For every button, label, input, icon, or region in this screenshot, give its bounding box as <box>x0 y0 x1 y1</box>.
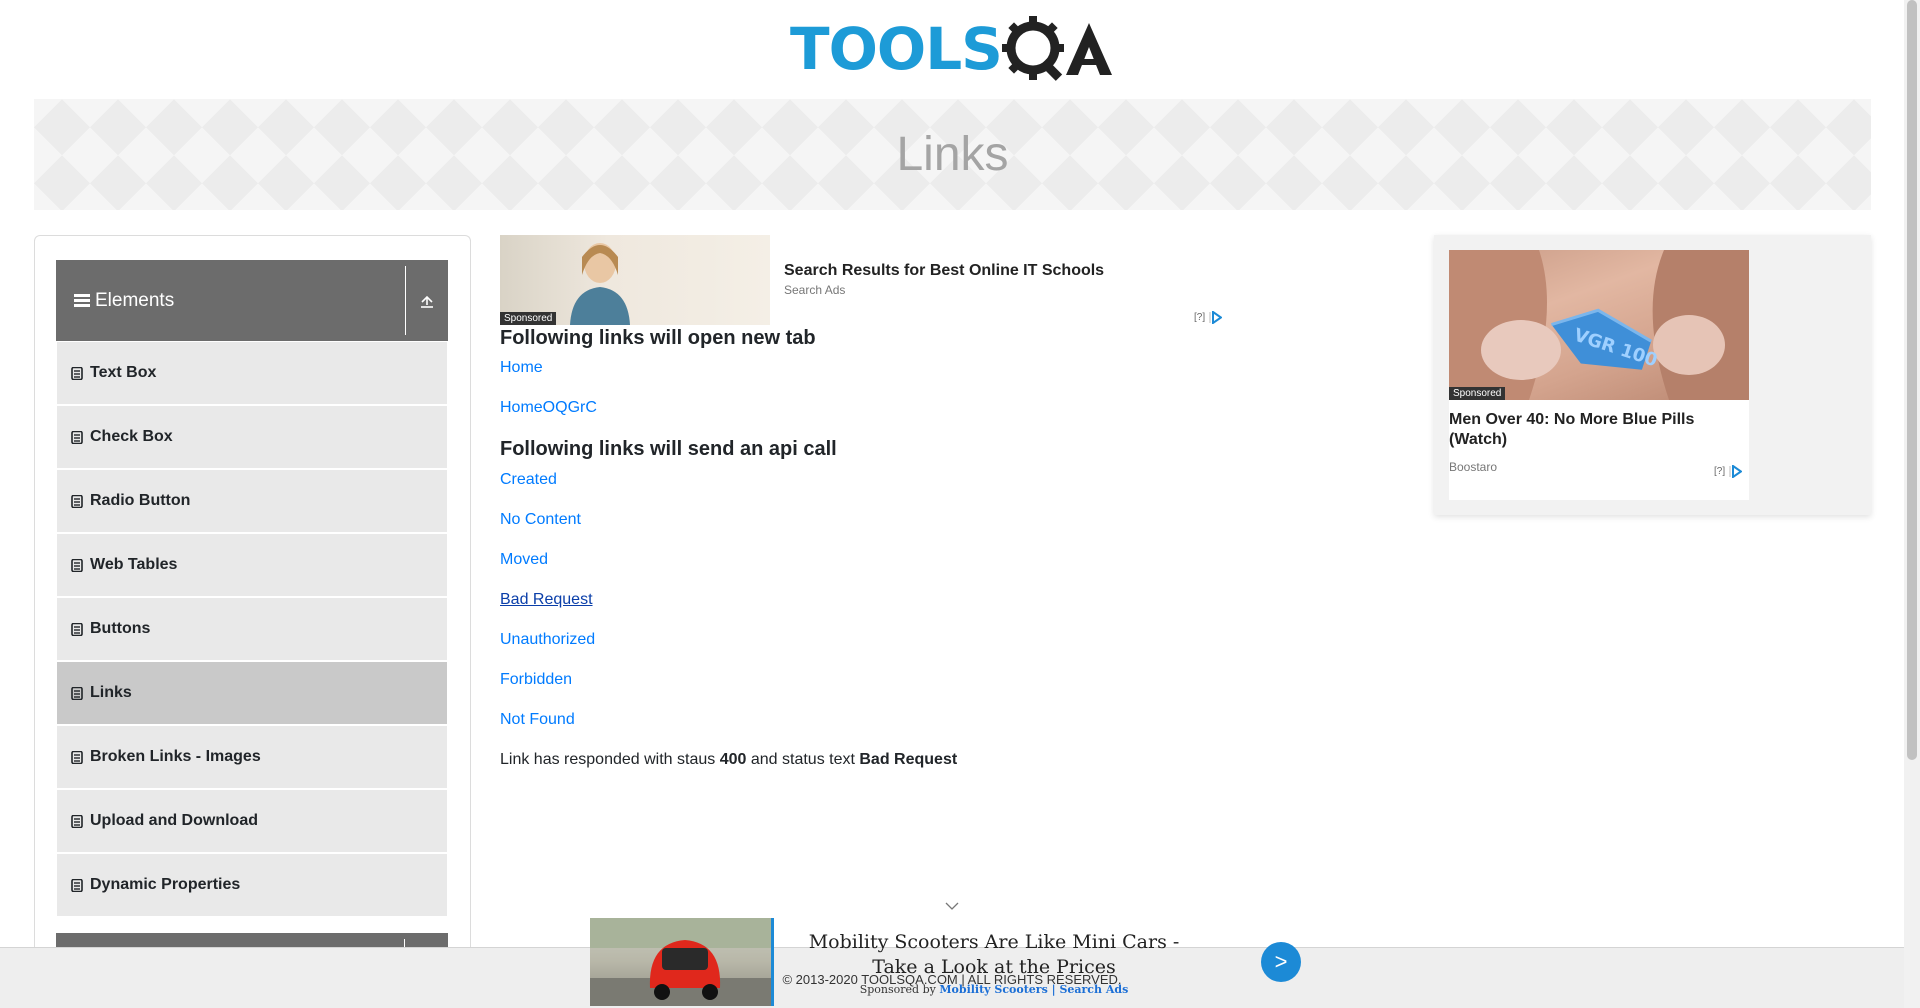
adchoices-help: [?] <box>1714 466 1726 477</box>
logo-a-glyph <box>1065 23 1112 75</box>
response-status-code: 400 <box>719 751 747 768</box>
right-ad[interactable]: VGR 100 Sponsored Men Over 40: No More B… <box>1434 235 1871 515</box>
sponsored-by-label: Sponsored by <box>859 983 936 996</box>
sidebar-item-label: Dynamic Properties <box>90 876 241 893</box>
sidebar-item-label: Upload and Download <box>90 812 258 829</box>
elements-menu: Text Box Check Box Radio Button Web Tabl… <box>56 341 448 917</box>
link-unauthorized[interactable]: Unauthorized <box>500 631 595 649</box>
sidebar-item-radio-button[interactable]: Radio Button <box>56 469 448 533</box>
sidebar-item-upload-download[interactable]: Upload and Download <box>56 789 448 853</box>
sidebar-item-label: Broken Links - Images <box>90 748 261 765</box>
sticky-ad[interactable]: Mobility Scooters Are Like Mini Cars - T… <box>590 918 1302 1008</box>
sidebar-item-label: Radio Button <box>90 492 191 509</box>
response-status-text: Bad Request <box>859 751 958 768</box>
sidebar-item-label: Links <box>90 684 132 701</box>
sidebar-item-web-tables[interactable]: Web Tables <box>56 533 448 597</box>
woman-illustration <box>570 243 630 325</box>
page-banner: Links <box>34 99 1871 210</box>
adchoices[interactable]: [?] <box>1714 465 1743 478</box>
group-header-elements[interactable]: Elements <box>56 260 448 341</box>
logo-text: TOOLS <box>790 15 1003 83</box>
link-home[interactable]: Home <box>500 359 543 377</box>
link-created[interactable]: Created <box>500 471 557 489</box>
sidebar-item-label: Web Tables <box>90 556 178 573</box>
scrollbar-thumb[interactable] <box>1907 0 1917 760</box>
adchoices-icon <box>1209 311 1223 324</box>
group-title: Elements <box>95 289 175 311</box>
link-moved[interactable]: Moved <box>500 551 548 569</box>
link-not-found[interactable]: Not Found <box>500 711 575 729</box>
sidebar-item-label: Text Box <box>90 364 157 381</box>
toolsqa-logo[interactable]: TOOLS <box>790 12 1114 86</box>
link-no-content[interactable]: No Content <box>500 511 581 529</box>
document-icon <box>71 686 83 700</box>
sidebar-item-check-box[interactable]: Check Box <box>56 405 448 469</box>
ad-source: Boostaro <box>1449 460 1498 474</box>
document-icon <box>71 622 83 636</box>
scooter-illustration <box>590 918 771 1006</box>
collapse-up-icon <box>421 295 433 308</box>
response-middle: and status text <box>750 751 855 768</box>
sponsored-tag: Sponsored <box>1449 387 1506 400</box>
api-call-heading: Following links will send an api call <box>500 438 837 460</box>
link-response: Link has responded with staus 400 and st… <box>500 751 957 769</box>
sticky-ad-title[interactable]: Mobility Scooters Are Like Mini Cars - T… <box>784 930 1204 980</box>
right-ad-card[interactable]: VGR 100 Sponsored Men Over 40: No More B… <box>1449 250 1749 500</box>
ad-source: Search Ads <box>784 283 846 297</box>
ad-image: Sponsored <box>500 235 770 325</box>
top-ad[interactable]: Sponsored Search Results for Best Online… <box>500 235 1230 325</box>
ad-title[interactable]: Search Results for Best Online IT School… <box>784 262 1104 280</box>
adchoices-help: [?] <box>1194 312 1206 323</box>
pill-illustration: VGR 100 <box>1449 250 1749 400</box>
adchoices-icon <box>1729 465 1743 478</box>
page-scrollbar[interactable] <box>1904 0 1920 1008</box>
site-header: TOOLS <box>0 0 1904 98</box>
next-arrow-button[interactable]: > <box>1261 942 1301 982</box>
sidebar-item-label: Check Box <box>90 428 173 445</box>
adchoices[interactable]: [?] <box>1194 311 1223 324</box>
sidebar-item-label: Buttons <box>90 620 151 637</box>
sidebar: Elements Text Box Check Box Radio Button… <box>34 235 471 1008</box>
sidebar-item-broken-links[interactable]: Broken Links - Images <box>56 725 448 789</box>
chevron-down-icon[interactable] <box>945 901 959 911</box>
ad-title[interactable]: Men Over 40: No More Blue Pills (Watch) <box>1449 410 1739 450</box>
document-icon <box>71 750 83 764</box>
sidebar-item-links[interactable]: Links <box>56 661 448 725</box>
hamburger-icon <box>74 293 90 308</box>
document-icon <box>71 878 83 892</box>
link-bad-request[interactable]: Bad Request <box>500 591 593 609</box>
collapse-toggle[interactable] <box>405 266 448 335</box>
new-tab-heading: Following links will open new tab <box>500 327 816 349</box>
ad-image: VGR 100 Sponsored <box>1449 250 1749 400</box>
sponsor-name[interactable]: Mobility Scooters | Search Ads <box>939 983 1128 996</box>
response-prefix: Link has responded with staus <box>500 751 716 768</box>
document-icon <box>71 814 83 828</box>
sidebar-item-buttons[interactable]: Buttons <box>56 597 448 661</box>
document-icon <box>71 430 83 444</box>
sticky-ad-sponsor: Sponsored by Mobility Scooters | Search … <box>784 983 1204 996</box>
link-home-dynamic[interactable]: HomeOQGrC <box>500 399 597 417</box>
sponsored-tag: Sponsored <box>500 312 557 325</box>
document-icon <box>71 494 83 508</box>
ad-image <box>590 918 774 1006</box>
link-forbidden[interactable]: Forbidden <box>500 671 572 689</box>
sidebar-item-text-box[interactable]: Text Box <box>56 341 448 405</box>
document-icon <box>71 558 83 572</box>
document-icon <box>71 366 83 380</box>
page-title: Links <box>896 128 1009 181</box>
gear-icon <box>1001 16 1064 81</box>
sidebar-item-dynamic-properties[interactable]: Dynamic Properties <box>56 853 448 917</box>
